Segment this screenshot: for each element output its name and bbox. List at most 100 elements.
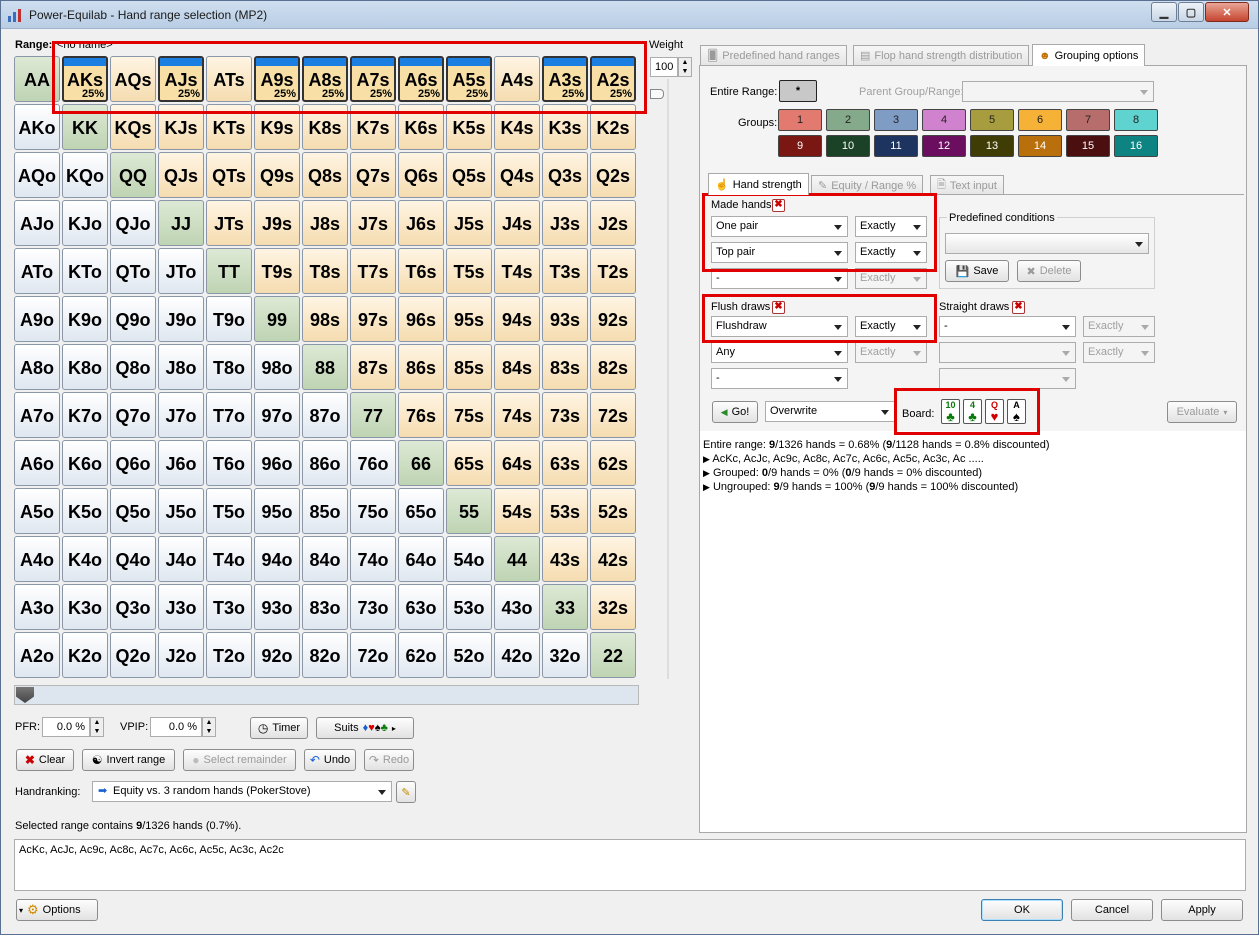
hand-cell[interactable]: ATo — [14, 248, 60, 294]
clear-button[interactable]: ✖ Clear — [16, 749, 74, 771]
hand-cell[interactable]: 55 — [446, 488, 492, 534]
hand-cell[interactable]: KJo — [62, 200, 108, 246]
delete-button[interactable]: ✖ Delete — [1017, 260, 1081, 282]
expand-icon[interactable]: ▶ — [703, 468, 710, 478]
hand-cell[interactable]: JTs — [206, 200, 252, 246]
hand-cell[interactable]: 84o — [302, 536, 348, 582]
hand-cell[interactable]: 96s — [398, 296, 444, 342]
hand-cell[interactable]: J8o — [158, 344, 204, 390]
straight-draws-clear-button[interactable]: ✖ — [1012, 301, 1025, 314]
vpip-spinner[interactable]: ▲ ▼ — [202, 717, 216, 737]
hand-cell[interactable]: J4o — [158, 536, 204, 582]
handranking-select[interactable]: ➡ Equity vs. 3 random hands (PokerStove) — [92, 781, 392, 802]
vpip-input[interactable] — [150, 717, 202, 737]
hand-cell[interactable]: T9o — [206, 296, 252, 342]
hand-cell[interactable]: J9o — [158, 296, 204, 342]
redo-button[interactable]: ↷ Redo — [364, 749, 414, 771]
hand-cell[interactable]: 74s — [494, 392, 540, 438]
hand-cell[interactable]: QJs — [158, 152, 204, 198]
hand-cell[interactable]: QTo — [110, 248, 156, 294]
straight-draw-1-mode[interactable]: Exactly — [1083, 316, 1155, 337]
hand-cell[interactable]: T8o — [206, 344, 252, 390]
hand-cell[interactable]: T6o — [206, 440, 252, 486]
tab-hand-strength[interactable]: ☝ Hand strength — [708, 173, 809, 195]
hand-cell[interactable]: K8o — [62, 344, 108, 390]
group-button[interactable]: 1 — [778, 109, 822, 131]
weight-slider-thumb[interactable] — [650, 89, 664, 99]
group-button[interactable]: 7 — [1066, 109, 1110, 131]
hand-cell[interactable]: 54o — [446, 536, 492, 582]
hand-cell[interactable]: 32o — [542, 632, 588, 678]
hand-cell[interactable]: 98o — [254, 344, 300, 390]
hand-cell[interactable]: 64s — [494, 440, 540, 486]
hand-cell[interactable]: J6s — [398, 200, 444, 246]
hand-cell[interactable]: 62o — [398, 632, 444, 678]
hand-cell[interactable]: T2o — [206, 632, 252, 678]
hand-cell[interactable]: Q7o — [110, 392, 156, 438]
tab-predefined-hand-ranges[interactable]: 🂠 Predefined hand ranges — [700, 45, 847, 65]
group-button[interactable]: 8 — [1114, 109, 1158, 131]
hand-cell[interactable]: 83o — [302, 584, 348, 630]
hand-cell[interactable]: 99 — [254, 296, 300, 342]
hand-cell[interactable]: Q5o — [110, 488, 156, 534]
hand-cell[interactable]: J7o — [158, 392, 204, 438]
range-slider[interactable] — [14, 685, 639, 705]
hand-cell[interactable]: 83s — [542, 344, 588, 390]
hand-cell[interactable]: 87o — [302, 392, 348, 438]
hand-cell[interactable]: 77 — [350, 392, 396, 438]
weight-spinner[interactable]: ▲ ▼ — [678, 57, 692, 77]
hand-cell[interactable]: 84s — [494, 344, 540, 390]
hand-cell[interactable]: TT — [206, 248, 252, 294]
hand-cell[interactable]: K5o — [62, 488, 108, 534]
hand-cell[interactable]: 74o — [350, 536, 396, 582]
hand-cell[interactable]: 53s — [542, 488, 588, 534]
hand-cell[interactable]: T4s — [494, 248, 540, 294]
hand-cell[interactable]: K2o — [62, 632, 108, 678]
hand-cell[interactable]: 76o — [350, 440, 396, 486]
hand-cell[interactable]: QQ — [110, 152, 156, 198]
hand-cell[interactable]: Q4s — [494, 152, 540, 198]
hand-cell[interactable]: J4s — [494, 200, 540, 246]
cancel-button[interactable]: Cancel — [1071, 899, 1153, 921]
hand-cell[interactable]: A4o — [14, 536, 60, 582]
hand-cell[interactable]: 97s — [350, 296, 396, 342]
group-button[interactable]: 4 — [922, 109, 966, 131]
hand-cell[interactable]: A3o — [14, 584, 60, 630]
flush-draw-3-select[interactable]: - — [711, 368, 848, 389]
hand-cell[interactable]: T5o — [206, 488, 252, 534]
hand-cell[interactable]: K4o — [62, 536, 108, 582]
group-button[interactable]: 16 — [1114, 135, 1158, 157]
hand-cell[interactable]: 98s — [302, 296, 348, 342]
hand-cell[interactable]: T4o — [206, 536, 252, 582]
group-button[interactable]: 2 — [826, 109, 870, 131]
timer-button[interactable]: ◷ Timer — [250, 717, 308, 739]
hand-cell[interactable]: 85s — [446, 344, 492, 390]
hand-cell[interactable]: 43o — [494, 584, 540, 630]
hand-cell[interactable]: 96o — [254, 440, 300, 486]
hand-cell[interactable]: J9s — [254, 200, 300, 246]
group-button[interactable]: 6 — [1018, 109, 1062, 131]
ok-button[interactable]: OK — [981, 899, 1063, 921]
hand-cell[interactable]: J3o — [158, 584, 204, 630]
hand-cell[interactable]: 42o — [494, 632, 540, 678]
tab-grouping-options[interactable]: ☻ Grouping options — [1032, 44, 1146, 66]
hand-cell[interactable]: 94o — [254, 536, 300, 582]
hand-cell[interactable]: T8s — [302, 248, 348, 294]
overwrite-select[interactable]: Overwrite — [765, 401, 895, 422]
hand-cell[interactable]: J8s — [302, 200, 348, 246]
hand-cell[interactable]: 86s — [398, 344, 444, 390]
hand-cell[interactable]: 63o — [398, 584, 444, 630]
minimize-button[interactable]: ▁ — [1151, 2, 1177, 22]
tab-flop-hand-strength[interactable]: ▤ Flop hand strength distribution — [853, 45, 1030, 65]
hand-cell[interactable]: 92s — [590, 296, 636, 342]
parent-group-select[interactable] — [962, 81, 1154, 102]
selected-hands-textarea[interactable]: AcKc, AcJc, Ac9c, Ac8c, Ac7c, Ac6c, Ac5c… — [14, 839, 1246, 891]
hand-cell[interactable]: 66 — [398, 440, 444, 486]
select-remainder-button[interactable]: ● Select remainder — [183, 749, 296, 771]
hand-cell[interactable]: 73o — [350, 584, 396, 630]
hand-cell[interactable]: J5o — [158, 488, 204, 534]
hand-cell[interactable]: 95s — [446, 296, 492, 342]
hand-cell[interactable]: K7o — [62, 392, 108, 438]
apply-button[interactable]: Apply — [1161, 899, 1243, 921]
hand-cell[interactable]: 65s — [446, 440, 492, 486]
